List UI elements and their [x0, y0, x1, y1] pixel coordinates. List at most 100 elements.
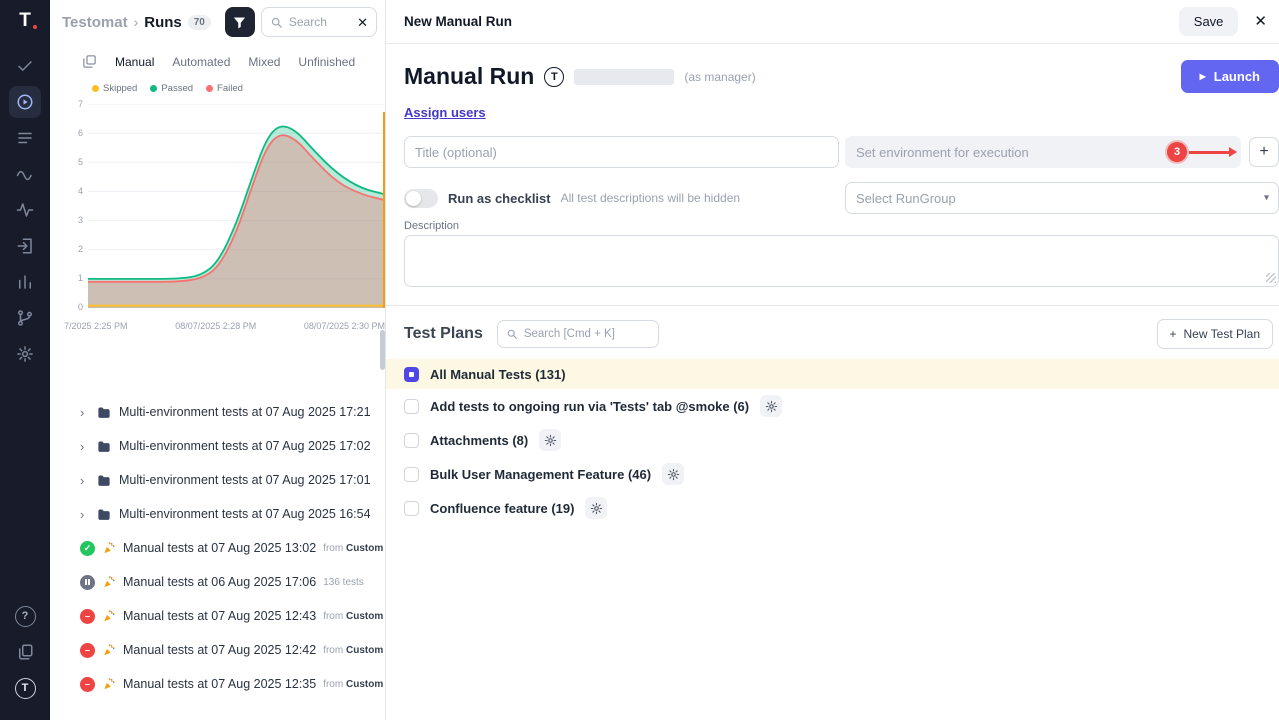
- description-label: Description: [404, 220, 1279, 232]
- runs-trend-chart: 7 6 5 4 3 2 1 0: [50, 96, 385, 312]
- runs-filter-tabs: Manual Automated Mixed Unfinished: [50, 44, 385, 81]
- chevron-right-icon[interactable]: ›: [80, 405, 89, 420]
- plan-settings-button[interactable]: [539, 429, 561, 451]
- branches-icon[interactable]: [9, 302, 41, 334]
- analytics-wave-icon[interactable]: [9, 158, 41, 190]
- checklist-toggle-row: Run as checklist All test descriptions w…: [404, 182, 839, 214]
- test-plans-search[interactable]: [497, 320, 659, 348]
- import-icon[interactable]: [9, 230, 41, 262]
- description-textarea[interactable]: [404, 235, 1279, 287]
- run-header: Manual Run T (as manager) ▶ Launch: [404, 60, 1279, 93]
- checkbox[interactable]: [404, 433, 419, 448]
- tab-automated[interactable]: Automated: [172, 55, 230, 69]
- owner-role-suffix: (as manager): [684, 70, 755, 84]
- run-form: 3 + Run as checklist All test descriptio…: [404, 136, 1279, 214]
- profile-icon[interactable]: T: [9, 672, 41, 704]
- run-row[interactable]: Manual tests at 06 Aug 2025 17:06 136 te…: [50, 565, 385, 599]
- passed-dot-icon: [150, 85, 157, 92]
- app-logo[interactable]: T: [19, 10, 31, 32]
- test-plans-header: Test Plans + New Test Plan: [386, 306, 1279, 359]
- filter-button[interactable]: [225, 7, 255, 37]
- test-plan-row[interactable]: Attachments (8): [386, 423, 1279, 457]
- status-passed-icon: ✓: [80, 541, 95, 556]
- runs-panel-header: Testomat › Runs 70 ✕: [50, 0, 385, 44]
- tab-mixed[interactable]: Mixed: [248, 55, 280, 69]
- status-failed-icon: –: [80, 609, 95, 624]
- environment-row: 3 +: [845, 136, 1279, 168]
- environment-input[interactable]: [845, 136, 1241, 168]
- party-icon: [102, 541, 116, 555]
- chart-plot-area: [88, 104, 385, 308]
- reports-chart-icon[interactable]: [9, 266, 41, 298]
- breadcrumb-app[interactable]: Testomat: [62, 14, 128, 31]
- tab-manual[interactable]: Manual: [115, 55, 154, 69]
- plan-settings-button[interactable]: [585, 497, 607, 519]
- resize-grip-icon[interactable]: [1266, 273, 1276, 283]
- gear-icon: [667, 468, 680, 481]
- funnel-icon: [232, 15, 247, 30]
- settings-gear-icon[interactable]: [9, 338, 41, 370]
- test-plans-title: Test Plans: [404, 325, 483, 343]
- run-title: Multi-environment tests at 07 Aug 2025 1…: [119, 473, 371, 487]
- save-button[interactable]: Save: [1179, 7, 1239, 36]
- run-as-checklist-toggle[interactable]: [404, 189, 438, 208]
- breadcrumb-page[interactable]: Runs: [144, 14, 182, 31]
- add-environment-button[interactable]: +: [1249, 137, 1279, 167]
- legend-passed[interactable]: Passed: [150, 83, 193, 94]
- search-icon: [506, 328, 518, 340]
- tasks-icon[interactable]: [9, 50, 41, 82]
- test-plan-row[interactable]: All Manual Tests (131): [386, 359, 1279, 389]
- chevron-right-icon[interactable]: ›: [80, 473, 89, 488]
- rungroup-select[interactable]: ▾: [845, 182, 1279, 214]
- test-plan-label: All Manual Tests (131): [430, 367, 566, 382]
- run-folder-row[interactable]: › Multi-environment tests at 07 Aug 2025…: [50, 429, 385, 463]
- test-plans-search-field[interactable]: [524, 328, 650, 340]
- party-icon: [102, 677, 116, 691]
- assign-users-link[interactable]: Assign users: [404, 105, 486, 120]
- docs-copy-icon[interactable]: [9, 636, 41, 668]
- checkbox[interactable]: [404, 467, 419, 482]
- chevron-right-icon[interactable]: ›: [80, 439, 89, 454]
- run-row[interactable]: – Manual tests at 07 Aug 2025 12:42 from…: [50, 633, 385, 667]
- legend-failed[interactable]: Failed: [206, 83, 243, 94]
- plan-settings-button[interactable]: [760, 395, 782, 417]
- new-test-plan-button[interactable]: + New Test Plan: [1157, 319, 1274, 349]
- plan-settings-button[interactable]: [662, 463, 684, 485]
- run-row[interactable]: ✓ Manual tests at 07 Aug 2025 13:02 from…: [50, 531, 385, 565]
- search-icon: [270, 16, 283, 29]
- chevron-right-icon[interactable]: ›: [80, 507, 89, 522]
- panel-title: New Manual Run: [404, 14, 512, 29]
- clear-search-icon[interactable]: ✕: [357, 16, 368, 29]
- status-failed-icon: –: [80, 677, 95, 692]
- checkbox[interactable]: [404, 501, 419, 516]
- run-title: Manual tests at 07 Aug 2025 12:43: [123, 609, 316, 623]
- runs-icon[interactable]: [9, 86, 41, 118]
- runs-search-field[interactable]: [289, 15, 351, 29]
- run-row[interactable]: – Manual tests at 07 Aug 2025 12:35 from…: [50, 667, 385, 701]
- legend-skipped[interactable]: Skipped: [92, 83, 137, 94]
- checklist-icon[interactable]: [9, 122, 41, 154]
- breadcrumb-separator: ›: [134, 14, 139, 30]
- close-icon[interactable]: ✕: [1254, 14, 1267, 29]
- launch-button[interactable]: ▶ Launch: [1181, 60, 1279, 93]
- folder-icon: [96, 473, 112, 488]
- checkbox[interactable]: [404, 399, 419, 414]
- run-row[interactable]: – Manual tests at 07 Aug 2025 12:43 from…: [50, 599, 385, 633]
- test-plan-row[interactable]: Add tests to ongoing run via 'Tests' tab…: [386, 389, 1279, 423]
- clone-icon[interactable]: [82, 54, 97, 69]
- help-icon[interactable]: ?: [9, 600, 41, 632]
- test-plan-row[interactable]: Bulk User Management Feature (46): [386, 457, 1279, 491]
- run-folder-row[interactable]: › Multi-environment tests at 07 Aug 2025…: [50, 395, 385, 429]
- tab-unfinished[interactable]: Unfinished: [298, 55, 355, 69]
- rungroup-field[interactable]: [845, 182, 1279, 214]
- run-folder-row[interactable]: › Multi-environment tests at 07 Aug 2025…: [50, 497, 385, 531]
- activity-icon[interactable]: [9, 194, 41, 226]
- runs-search-input[interactable]: ✕: [261, 7, 377, 37]
- checkbox-checked[interactable]: [404, 367, 419, 382]
- title-input[interactable]: [404, 136, 839, 168]
- run-meta: from Custom: [323, 645, 383, 656]
- gear-icon: [765, 400, 778, 413]
- scrollbar-thumb[interactable]: [380, 330, 385, 370]
- test-plan-row[interactable]: Confluence feature (19): [386, 491, 1279, 525]
- run-folder-row[interactable]: › Multi-environment tests at 07 Aug 2025…: [50, 463, 385, 497]
